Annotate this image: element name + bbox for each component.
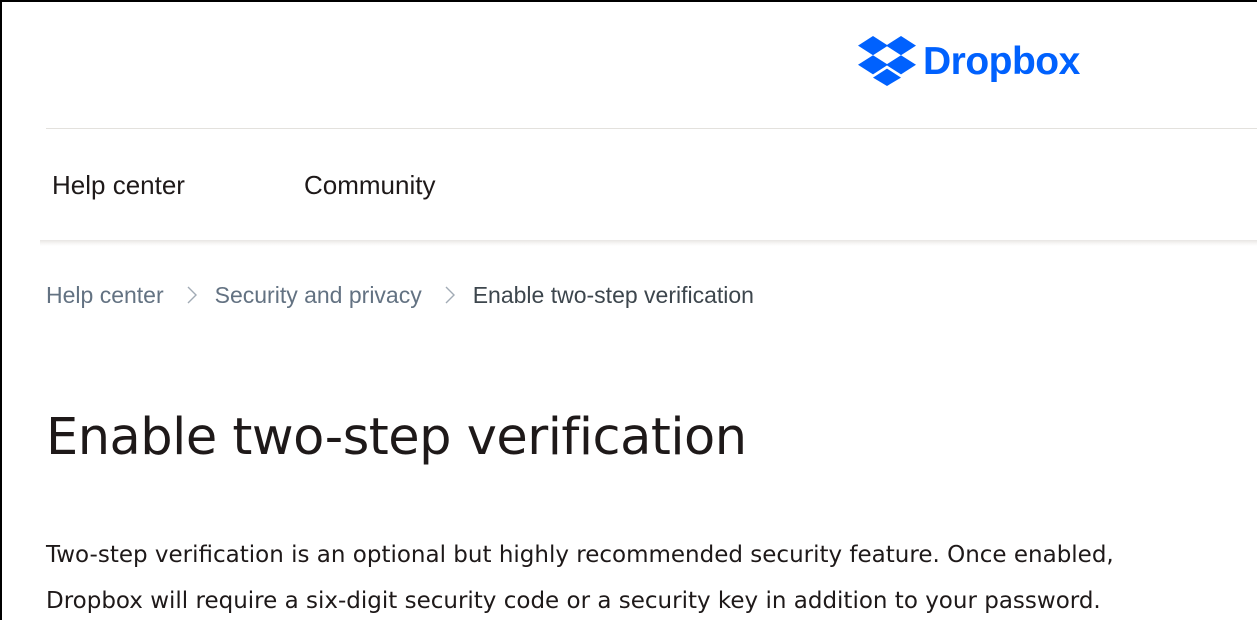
page-title: Enable two-step verification	[46, 408, 747, 467]
article-intro-line: Two-step verification is an optional but…	[46, 542, 1114, 568]
breadcrumb-current-page: Enable two-step verification	[472, 281, 754, 308]
breadcrumb-security-and-privacy[interactable]: Security and privacy	[215, 282, 422, 309]
breadcrumb: Help center Security and privacy Enable …	[46, 278, 754, 312]
tab-help-center[interactable]: Help center	[46, 129, 208, 242]
breadcrumb-help-center[interactable]: Help center	[46, 282, 164, 309]
tab-help-center-label: Help center	[52, 170, 185, 200]
brand-name: Dropbox	[923, 39, 1080, 83]
chevron-right-icon	[444, 285, 456, 305]
article-intro: Two-step verification is an optional but…	[46, 532, 1256, 624]
tab-community[interactable]: Community	[304, 129, 435, 242]
tab-community-label: Community	[304, 170, 436, 200]
chevron-right-icon	[186, 285, 198, 305]
article-intro-line: Dropbox will require a six-digit securit…	[46, 588, 1101, 614]
site-header: Dropbox	[2, 2, 1257, 128]
nav-divider	[40, 240, 1257, 246]
dropbox-box-icon	[858, 36, 916, 86]
dropbox-logo-link[interactable]: Dropbox	[858, 36, 1080, 86]
main-nav-tabs: Help center Community	[0, 129, 1257, 242]
